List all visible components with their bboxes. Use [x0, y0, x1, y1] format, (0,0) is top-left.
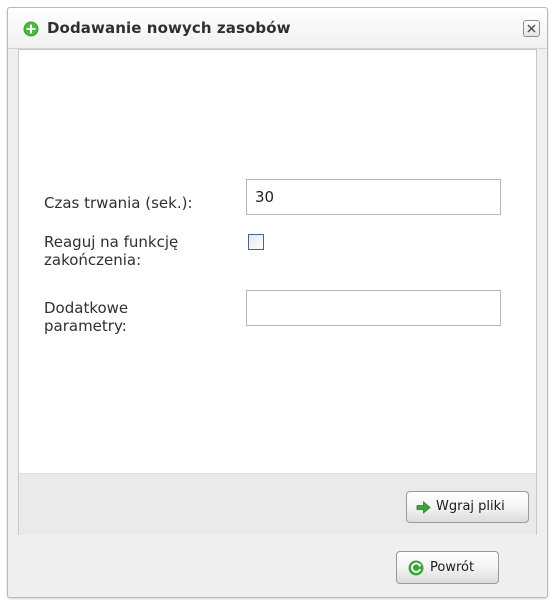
dialog-title: Dodawanie nowych zasobów	[47, 19, 291, 37]
add-icon	[23, 21, 39, 37]
extra-params-input[interactable]	[246, 290, 501, 326]
panel-footer: Wgraj pliki	[19, 473, 536, 535]
content-panel: Czas trwania (sek.): 30 Reaguj na funkcj…	[18, 49, 537, 535]
resource-dialog: Dodawanie nowych zasobów Czas trwania (s…	[7, 7, 548, 598]
react-end-checkbox[interactable]	[248, 234, 264, 250]
form-area: Czas trwania (sek.): 30 Reaguj na funkcj…	[19, 50, 536, 473]
arrow-right-icon	[416, 501, 431, 518]
react-end-label-line2: zakończenia:	[44, 251, 142, 269]
refresh-icon	[408, 560, 424, 580]
back-button-label: Powrót	[430, 560, 475, 575]
upload-button[interactable]: Wgraj pliki	[406, 491, 529, 523]
duration-label: Czas trwania (sek.):	[44, 194, 193, 212]
dialog-titlebar[interactable]: Dodawanie nowych zasobów	[8, 8, 547, 49]
close-icon	[527, 24, 536, 33]
upload-button-label: Wgraj pliki	[436, 499, 505, 514]
back-button[interactable]: Powrót	[396, 551, 499, 584]
extra-params-label-line1: Dodatkowe	[44, 299, 129, 317]
extra-params-label-line2: parametry:	[44, 317, 127, 335]
duration-input[interactable]: 30	[246, 179, 501, 215]
close-button[interactable]	[523, 20, 540, 37]
react-end-label-line1: Reaguj na funkcję	[44, 233, 179, 251]
